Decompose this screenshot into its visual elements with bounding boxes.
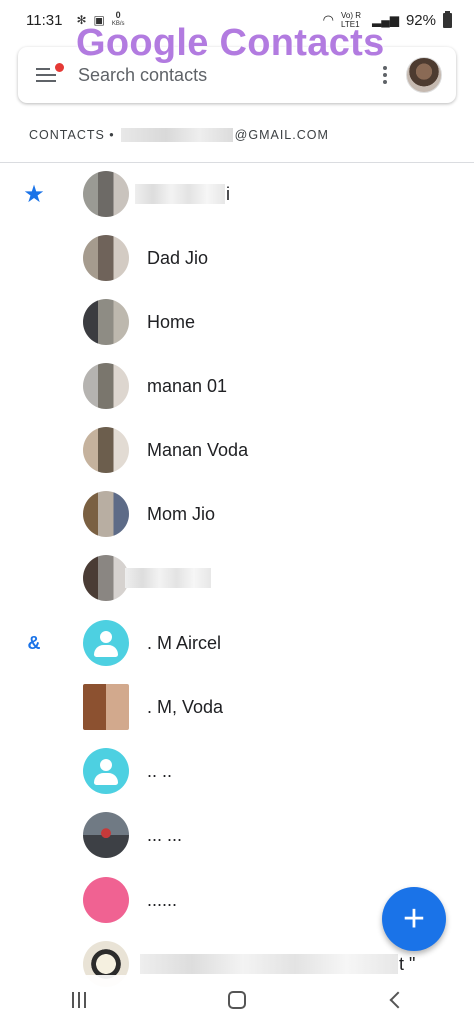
list-item[interactable]: & . M Aircel bbox=[0, 611, 474, 675]
avatar bbox=[83, 363, 129, 409]
blurred-name bbox=[125, 568, 211, 588]
avatar bbox=[83, 620, 129, 666]
blurred-name bbox=[135, 184, 225, 204]
contact-name: Home bbox=[147, 311, 196, 332]
avatar bbox=[83, 235, 129, 281]
menu-icon bbox=[36, 68, 56, 82]
contact-name: Dad Jio bbox=[147, 247, 209, 268]
list-item[interactable]: manan 01 bbox=[0, 354, 474, 418]
contact-name: Mom Jio bbox=[147, 503, 216, 524]
list-item[interactable]: Manan Voda bbox=[0, 418, 474, 482]
person-icon bbox=[83, 620, 129, 666]
avatar bbox=[83, 684, 129, 730]
menu-button[interactable] bbox=[18, 47, 74, 103]
account-avatar[interactable] bbox=[406, 57, 442, 93]
contact-name: .. .. bbox=[147, 760, 173, 781]
battery-icon bbox=[443, 10, 452, 28]
list-item[interactable] bbox=[0, 546, 474, 610]
back-icon bbox=[389, 991, 407, 1009]
avatar bbox=[83, 555, 129, 601]
contact-name: manan 01 bbox=[147, 375, 228, 396]
account-email-suffix: @GMAIL.COM bbox=[234, 128, 329, 142]
search-input[interactable] bbox=[74, 64, 370, 86]
avatar bbox=[83, 877, 129, 923]
list-item[interactable]: .. .. bbox=[0, 739, 474, 803]
person-icon bbox=[83, 748, 129, 794]
contact-name: Manan Voda bbox=[147, 439, 249, 460]
battery-percent: 92% bbox=[405, 11, 436, 29]
watermark-title: Google Contacts bbox=[76, 22, 385, 64]
contact-name: . M Aircel bbox=[147, 632, 222, 653]
avatar bbox=[83, 299, 129, 345]
status-time: 11:31 bbox=[26, 11, 63, 29]
recents-icon bbox=[72, 992, 86, 1008]
list-item[interactable]: . M, Voda bbox=[0, 675, 474, 739]
contact-name: . M, Voda bbox=[147, 696, 224, 717]
recents-button[interactable] bbox=[49, 980, 109, 1020]
blurred-name bbox=[140, 954, 398, 974]
account-prefix: CONTACTS • bbox=[29, 128, 115, 142]
list-item[interactable]: ... ... bbox=[0, 803, 474, 867]
avatar bbox=[83, 171, 129, 217]
contact-name: ... ... bbox=[147, 824, 183, 845]
blurred-email bbox=[120, 128, 233, 142]
system-nav-bar bbox=[0, 975, 474, 1025]
data-speed-value: 0 bbox=[115, 10, 121, 20]
contact-name: t " bbox=[399, 953, 416, 974]
notification-dot bbox=[54, 62, 65, 73]
list-item[interactable]: ★ i bbox=[0, 162, 474, 226]
section-letter: & bbox=[27, 632, 41, 653]
list-item[interactable]: Home bbox=[0, 290, 474, 354]
avatar bbox=[83, 748, 129, 794]
list-item[interactable]: Mom Jio bbox=[0, 482, 474, 546]
avatar bbox=[83, 427, 129, 473]
back-button[interactable] bbox=[365, 980, 425, 1020]
home-button[interactable] bbox=[207, 980, 267, 1020]
account-header: CONTACTS • @GMAIL.COM bbox=[29, 128, 329, 142]
contact-name: ...... bbox=[147, 889, 178, 910]
add-contact-button[interactable]: + bbox=[382, 887, 446, 951]
list-item[interactable]: Dad Jio bbox=[0, 226, 474, 290]
home-icon bbox=[228, 991, 246, 1009]
star-icon: ★ bbox=[23, 180, 45, 208]
avatar bbox=[83, 491, 129, 537]
contact-name: i bbox=[226, 183, 230, 204]
add-icon: + bbox=[402, 898, 426, 940]
avatar bbox=[83, 812, 129, 858]
